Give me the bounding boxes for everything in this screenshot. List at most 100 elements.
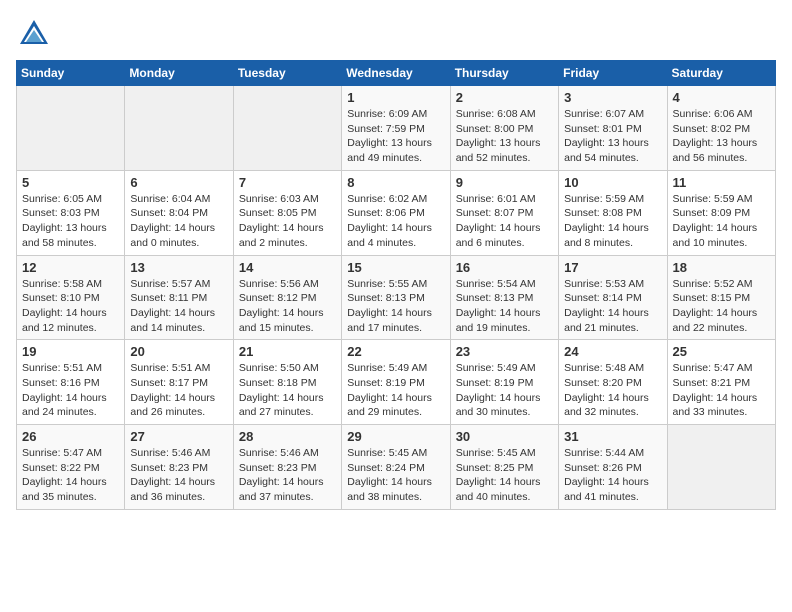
calendar-cell: 16 Sunrise: 5:54 AM Sunset: 8:13 PM Dayli… <box>450 255 558 340</box>
day-info: Sunrise: 5:50 AM Sunset: 8:18 PM Dayligh… <box>239 361 336 420</box>
day-number: 29 <box>347 429 444 444</box>
calendar-cell: 10 Sunrise: 5:59 AM Sunset: 8:08 PM Dayli… <box>559 170 667 255</box>
day-number: 7 <box>239 175 336 190</box>
day-info: Sunrise: 5:45 AM Sunset: 8:25 PM Dayligh… <box>456 446 553 505</box>
calendar-cell: 5 Sunrise: 6:05 AM Sunset: 8:03 PM Daylig… <box>17 170 125 255</box>
day-number: 12 <box>22 260 119 275</box>
calendar-week-5: 26 Sunrise: 5:47 AM Sunset: 8:22 PM Dayli… <box>17 425 776 510</box>
day-info: Sunrise: 5:57 AM Sunset: 8:11 PM Dayligh… <box>130 277 227 336</box>
weekday-header-saturday: Saturday <box>667 61 775 86</box>
calendar-cell: 21 Sunrise: 5:50 AM Sunset: 8:18 PM Dayli… <box>233 340 341 425</box>
day-info: Sunrise: 5:51 AM Sunset: 8:16 PM Dayligh… <box>22 361 119 420</box>
day-number: 27 <box>130 429 227 444</box>
day-info: Sunrise: 6:07 AM Sunset: 8:01 PM Dayligh… <box>564 107 661 166</box>
calendar-cell: 4 Sunrise: 6:06 AM Sunset: 8:02 PM Daylig… <box>667 86 775 171</box>
calendar-cell: 25 Sunrise: 5:47 AM Sunset: 8:21 PM Dayli… <box>667 340 775 425</box>
day-number: 31 <box>564 429 661 444</box>
day-number: 13 <box>130 260 227 275</box>
page-header <box>16 16 776 52</box>
calendar-cell <box>125 86 233 171</box>
calendar-cell: 11 Sunrise: 5:59 AM Sunset: 8:09 PM Dayli… <box>667 170 775 255</box>
calendar-week-1: 1 Sunrise: 6:09 AM Sunset: 7:59 PM Daylig… <box>17 86 776 171</box>
calendar-cell: 18Sunrise: 5:52 AM Sunset: 8:15 PM Dayli… <box>667 255 775 340</box>
day-number: 30 <box>456 429 553 444</box>
day-info: Sunrise: 5:44 AM Sunset: 8:26 PM Dayligh… <box>564 446 661 505</box>
day-number: 10 <box>564 175 661 190</box>
calendar-cell: 30 Sunrise: 5:45 AM Sunset: 8:25 PM Dayli… <box>450 425 558 510</box>
day-info: Sunrise: 5:45 AM Sunset: 8:24 PM Dayligh… <box>347 446 444 505</box>
calendar-cell: 2 Sunrise: 6:08 AM Sunset: 8:00 PM Daylig… <box>450 86 558 171</box>
calendar-cell: 1 Sunrise: 6:09 AM Sunset: 7:59 PM Daylig… <box>342 86 450 171</box>
day-number: 9 <box>456 175 553 190</box>
day-number: 6 <box>130 175 227 190</box>
calendar-cell: 19Sunrise: 5:51 AM Sunset: 8:16 PM Dayli… <box>17 340 125 425</box>
day-number: 3 <box>564 90 661 105</box>
day-number: 15 <box>347 260 444 275</box>
calendar-cell <box>233 86 341 171</box>
calendar-cell: 15 Sunrise: 5:55 AM Sunset: 8:13 PM Dayli… <box>342 255 450 340</box>
day-number: 21 <box>239 344 336 359</box>
calendar-cell: 17 Sunrise: 5:53 AM Sunset: 8:14 PM Dayli… <box>559 255 667 340</box>
day-number: 11 <box>673 175 770 190</box>
calendar-cell <box>17 86 125 171</box>
day-info: Sunrise: 6:03 AM Sunset: 8:05 PM Dayligh… <box>239 192 336 251</box>
day-number: 25 <box>673 344 770 359</box>
day-info: Sunrise: 5:53 AM Sunset: 8:14 PM Dayligh… <box>564 277 661 336</box>
day-info: Sunrise: 5:59 AM Sunset: 8:08 PM Dayligh… <box>564 192 661 251</box>
day-info: Sunrise: 6:02 AM Sunset: 8:06 PM Dayligh… <box>347 192 444 251</box>
calendar-cell: 3 Sunrise: 6:07 AM Sunset: 8:01 PM Daylig… <box>559 86 667 171</box>
calendar-cell: 28 Sunrise: 5:46 AM Sunset: 8:23 PM Dayli… <box>233 425 341 510</box>
day-info: Sunrise: 5:46 AM Sunset: 8:23 PM Dayligh… <box>239 446 336 505</box>
calendar-cell: 8 Sunrise: 6:02 AM Sunset: 8:06 PM Daylig… <box>342 170 450 255</box>
day-info: Sunrise: 5:48 AM Sunset: 8:20 PM Dayligh… <box>564 361 661 420</box>
logo <box>16 16 56 52</box>
logo-icon <box>16 16 52 52</box>
day-number: 4 <box>673 90 770 105</box>
day-number: 28 <box>239 429 336 444</box>
weekday-header-thursday: Thursday <box>450 61 558 86</box>
calendar-cell: 9 Sunrise: 6:01 AM Sunset: 8:07 PM Daylig… <box>450 170 558 255</box>
calendar-cell: 31 Sunrise: 5:44 AM Sunset: 8:26 PM Dayli… <box>559 425 667 510</box>
day-number: 1 <box>347 90 444 105</box>
day-number: 24 <box>564 344 661 359</box>
day-number: 26 <box>22 429 119 444</box>
day-info: Sunrise: 5:54 AM Sunset: 8:13 PM Dayligh… <box>456 277 553 336</box>
day-info: Sunrise: 5:59 AM Sunset: 8:09 PM Dayligh… <box>673 192 770 251</box>
day-info: Sunrise: 6:05 AM Sunset: 8:03 PM Dayligh… <box>22 192 119 251</box>
day-info: Sunrise: 5:58 AM Sunset: 8:10 PM Dayligh… <box>22 277 119 336</box>
calendar-cell: 22Sunrise: 5:49 AM Sunset: 8:19 PM Dayli… <box>342 340 450 425</box>
calendar-cell: 24 Sunrise: 5:48 AM Sunset: 8:20 PM Dayli… <box>559 340 667 425</box>
day-info: Sunrise: 5:55 AM Sunset: 8:13 PM Dayligh… <box>347 277 444 336</box>
day-info: Sunrise: 6:01 AM Sunset: 8:07 PM Dayligh… <box>456 192 553 251</box>
day-number: 2 <box>456 90 553 105</box>
day-info: Sunrise: 5:47 AM Sunset: 8:22 PM Dayligh… <box>22 446 119 505</box>
day-number: 17 <box>564 260 661 275</box>
day-info: Sunrise: 5:51 AM Sunset: 8:17 PM Dayligh… <box>130 361 227 420</box>
day-info: Sunrise: 6:04 AM Sunset: 8:04 PM Dayligh… <box>130 192 227 251</box>
calendar-header: SundayMondayTuesdayWednesdayThursdayFrid… <box>17 61 776 86</box>
calendar-week-3: 12 Sunrise: 5:58 AM Sunset: 8:10 PM Dayli… <box>17 255 776 340</box>
calendar-cell: 26 Sunrise: 5:47 AM Sunset: 8:22 PM Dayli… <box>17 425 125 510</box>
calendar-cell: 12 Sunrise: 5:58 AM Sunset: 8:10 PM Dayli… <box>17 255 125 340</box>
day-info: Sunrise: 5:49 AM Sunset: 8:19 PM Dayligh… <box>456 361 553 420</box>
day-info: Sunrise: 5:49 AM Sunset: 8:19 PM Dayligh… <box>347 361 444 420</box>
day-info: Sunrise: 5:47 AM Sunset: 8:21 PM Dayligh… <box>673 361 770 420</box>
day-info: Sunrise: 6:08 AM Sunset: 8:00 PM Dayligh… <box>456 107 553 166</box>
day-info: Sunrise: 5:46 AM Sunset: 8:23 PM Dayligh… <box>130 446 227 505</box>
day-info: Sunrise: 6:09 AM Sunset: 7:59 PM Dayligh… <box>347 107 444 166</box>
calendar-cell: 27 Sunrise: 5:46 AM Sunset: 8:23 PM Dayli… <box>125 425 233 510</box>
day-number: 8 <box>347 175 444 190</box>
day-number: 16 <box>456 260 553 275</box>
day-number: 23 <box>456 344 553 359</box>
weekday-header-wednesday: Wednesday <box>342 61 450 86</box>
day-number: 5 <box>22 175 119 190</box>
day-info: Sunrise: 6:06 AM Sunset: 8:02 PM Dayligh… <box>673 107 770 166</box>
calendar: SundayMondayTuesdayWednesdayThursdayFrid… <box>16 60 776 510</box>
calendar-cell: 29 Sunrise: 5:45 AM Sunset: 8:24 PM Dayli… <box>342 425 450 510</box>
calendar-cell: 20 Sunrise: 5:51 AM Sunset: 8:17 PM Dayli… <box>125 340 233 425</box>
calendar-cell: 13 Sunrise: 5:57 AM Sunset: 8:11 PM Dayli… <box>125 255 233 340</box>
day-number: 18 <box>673 260 770 275</box>
calendar-cell: 23 Sunrise: 5:49 AM Sunset: 8:19 PM Dayli… <box>450 340 558 425</box>
day-number: 20 <box>130 344 227 359</box>
weekday-header-monday: Monday <box>125 61 233 86</box>
